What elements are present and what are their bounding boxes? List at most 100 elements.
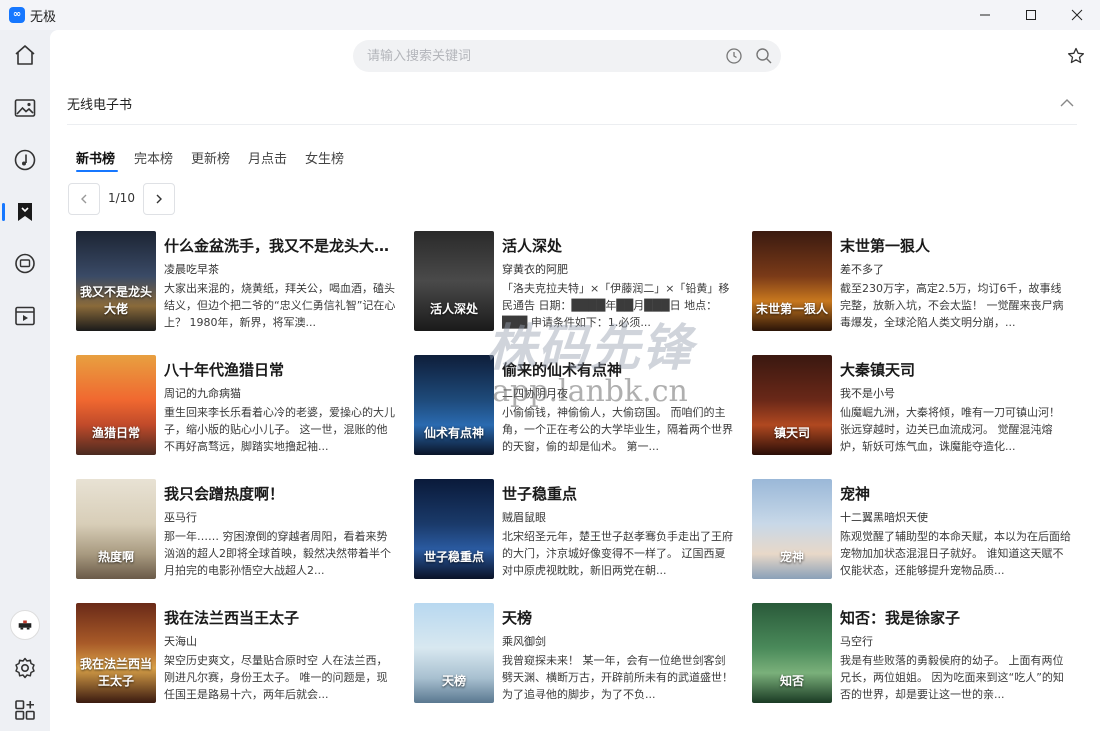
- book-author: 差不多了: [840, 263, 884, 276]
- book-card[interactable]: 活人深处 活人深处 穿黄衣的阿肥 「洛夫克拉夫特」×「伊藤润二」×「铅黄」移民通告 日…: [414, 231, 734, 331]
- app-logo-icon: ∞: [9, 7, 25, 23]
- history-icon[interactable]: [725, 47, 743, 65]
- book-title[interactable]: 我只会蹭热度啊！: [164, 483, 396, 504]
- book-cover-text: 我在法兰西当王太子: [79, 657, 152, 688]
- book-cover-text: 我又不是龙头大佬: [79, 285, 152, 316]
- book-cover[interactable]: 我又不是龙头大佬: [76, 231, 156, 331]
- book-card[interactable]: 知否 知否：我是徐家子 马空行 我是有些败落的勇毅侯府的幼子。 上面有两位兄长，两位姐…: [752, 603, 1072, 703]
- prev-page-button[interactable]: [68, 183, 100, 215]
- book-cover[interactable]: 活人深处: [414, 231, 494, 331]
- sidebar-item-images[interactable]: [0, 88, 50, 128]
- book-cover-text: 渔猎日常: [91, 426, 140, 440]
- search-icon[interactable]: [755, 47, 773, 65]
- book-author: 我不是小号: [840, 387, 895, 400]
- sidebar-item-music[interactable]: [0, 140, 50, 180]
- page-indicator: 1/10: [108, 191, 135, 205]
- chevron-left-icon: [81, 194, 87, 204]
- main-panel: 无线电子书 新书榜 完本榜 更新榜 月点击 女生榜 1/10 我又不是龙头大佬 什…: [50, 30, 1100, 731]
- video-icon: [15, 306, 35, 326]
- book-cover[interactable]: 仙术有点神: [414, 355, 494, 455]
- book-cover[interactable]: 宠神: [752, 479, 832, 579]
- star-icon[interactable]: [1067, 47, 1085, 65]
- chat-bubble-icon: [15, 253, 35, 274]
- book-author: 凌晨吃早茶: [164, 263, 219, 276]
- book-card[interactable]: 热度啊 我只会蹭热度啊！ 巫马行 那一年…… 穷困潦倒的穿越者周阳，看着来势汹汹的超人…: [76, 479, 396, 579]
- book-cover[interactable]: 世子稳重点: [414, 479, 494, 579]
- sidebar-item-extensions[interactable]: [0, 690, 50, 730]
- app-title: 无极: [30, 10, 57, 25]
- book-title[interactable]: 世子稳重点: [502, 483, 734, 504]
- book-description: 大家出来混的，烧黄纸，拜关公，喝血酒，磕头结义，但边个把二爷的“忠义仁勇信礼智”…: [164, 282, 396, 329]
- book-description: 重生回来李长乐看着心冷的老婆，爱操心的大儿子，缩小版的贴心小儿子。 这一世，混账…: [164, 406, 395, 453]
- sidebar-item-comics[interactable]: [0, 244, 50, 284]
- book-card[interactable]: 天榜 天榜 乘风御剑 我曾窥探未来！ 某一年，会有一位绝世剑客剑劈天渊、横断万古，开辟…: [414, 603, 734, 703]
- sidebar: [0, 30, 50, 731]
- book-card[interactable]: 末世第一狠人 末世第一狠人 差不多了 截至230万字，高定2.5万，均订6千，故事线完…: [752, 231, 1072, 331]
- book-cover[interactable]: 渔猎日常: [76, 355, 156, 455]
- chevron-up-icon[interactable]: [1059, 96, 1075, 110]
- source-title: 无线电子书: [67, 98, 133, 113]
- book-author: 十二翼黑暗炽天使: [840, 511, 928, 524]
- book-title[interactable]: 末世第一狠人: [840, 235, 1072, 256]
- home-icon: [15, 45, 35, 65]
- tab-female[interactable]: 女生榜: [305, 148, 344, 167]
- next-page-button[interactable]: [143, 183, 175, 215]
- maximize-button[interactable]: [1008, 0, 1054, 30]
- book-card[interactable]: 渔猎日常 八十年代渔猎日常周记的九命病猫重生回来李长乐看着心冷的老婆，爱操心的大儿…: [76, 355, 396, 455]
- sidebar-item-settings[interactable]: [0, 648, 50, 688]
- book-description: 截至230万字，高定2.5万，均订6千，故事线完整，放新入坑，不会太监！ 一觉醒…: [840, 282, 1064, 329]
- search-bar: [353, 40, 781, 72]
- book-description: 陈观觉醒了辅助型的本命天赋，本以为在后面给宠物加加状态混混日子就好。 谁知道这天…: [840, 530, 1071, 577]
- sidebar-item-home[interactable]: [0, 35, 50, 75]
- game-avatar-icon: [18, 620, 32, 630]
- book-cover-text: 宠神: [779, 550, 804, 564]
- close-button[interactable]: [1054, 0, 1100, 30]
- book-author: 贼眉鼠眼: [502, 511, 546, 524]
- search-input[interactable]: [367, 46, 707, 66]
- tab-new-books[interactable]: 新书榜: [76, 148, 115, 167]
- maximize-icon: [1026, 10, 1036, 20]
- gear-icon: [15, 657, 35, 679]
- book-card[interactable]: 我又不是龙头大佬 什么金盆洗手，我又不是龙头大佬！ 凌晨吃早茶大家出来混的，烧黄纸，…: [76, 231, 396, 331]
- book-cover-text: 知否: [779, 674, 804, 688]
- avatar[interactable]: [10, 610, 40, 640]
- book-cover-text: 活人深处: [429, 302, 478, 316]
- minimize-button[interactable]: [962, 0, 1008, 30]
- book-title[interactable]: 知否：我是徐家子: [840, 607, 1072, 628]
- tab-completed[interactable]: 完本榜: [134, 148, 173, 167]
- book-card[interactable]: 宠神 宠神 十二翼黑暗炽天使 陈观觉醒了辅助型的本命天赋，本以为在后面给宠物加加状态混…: [752, 479, 1072, 579]
- tab-monthly-clicks[interactable]: 月点击: [248, 148, 287, 167]
- book-card[interactable]: 仙术有点神 偷来的仙术有点神 二四协阴月夜 小偷偷钱，神偷偷人，大偷窃国。 而咱们的主…: [414, 355, 734, 455]
- book-cover-text: 仙术有点神: [423, 426, 484, 440]
- sidebar-item-books[interactable]: [0, 192, 50, 232]
- book-title[interactable]: 八十年代渔猎日常: [164, 359, 396, 380]
- book-card[interactable]: 镇天司 大秦镇天司 我不是小号 仙魔崛九洲，大秦将倾，唯有一刀可镇山河！ 张远穿越时，…: [752, 355, 1072, 455]
- book-author: 乘风御剑: [502, 635, 546, 648]
- book-cover[interactable]: 热度啊: [76, 479, 156, 579]
- book-cover-text: 热度啊: [97, 550, 134, 564]
- book-title[interactable]: 我在法兰西当王太子: [164, 607, 396, 628]
- sidebar-item-video[interactable]: [0, 296, 50, 336]
- book-cover-text: 世子稳重点: [423, 550, 484, 564]
- book-title[interactable]: 偷来的仙术有点神: [502, 359, 734, 380]
- book-title[interactable]: 什么金盆洗手，我又不是龙头大佬！: [164, 235, 396, 256]
- book-cover[interactable]: 镇天司: [752, 355, 832, 455]
- image-icon: [14, 99, 36, 117]
- book-title[interactable]: 大秦镇天司: [840, 359, 1072, 380]
- book-title[interactable]: 天榜: [502, 607, 734, 628]
- book-cover[interactable]: 末世第一狠人: [752, 231, 832, 331]
- book-cover[interactable]: 天榜: [414, 603, 494, 703]
- book-author: 二四协阴月夜: [502, 387, 568, 400]
- book-card[interactable]: 世子稳重点 世子稳重点 贼眉鼠眼 北宋绍圣元年，楚王世子赵孝骞负手走出了王府的大门，汴…: [414, 479, 734, 579]
- tab-updated[interactable]: 更新榜: [191, 148, 230, 167]
- music-icon: [14, 149, 36, 171]
- book-cover[interactable]: 知否: [752, 603, 832, 703]
- divider: [67, 124, 1077, 125]
- book-title[interactable]: 宠神: [840, 483, 1072, 504]
- book-author: 周记的九命病猫: [164, 387, 241, 400]
- bookmark-book-icon: [18, 203, 32, 221]
- book-card[interactable]: 我在法兰西当王太子 我在法兰西当王太子 天海山 架空历史爽文，尽量贴合原时空 人在法兰…: [76, 603, 396, 703]
- book-title[interactable]: 活人深处: [502, 235, 734, 256]
- book-author: 穿黄衣的阿肥: [502, 263, 568, 276]
- book-cover[interactable]: 我在法兰西当王太子: [76, 603, 156, 703]
